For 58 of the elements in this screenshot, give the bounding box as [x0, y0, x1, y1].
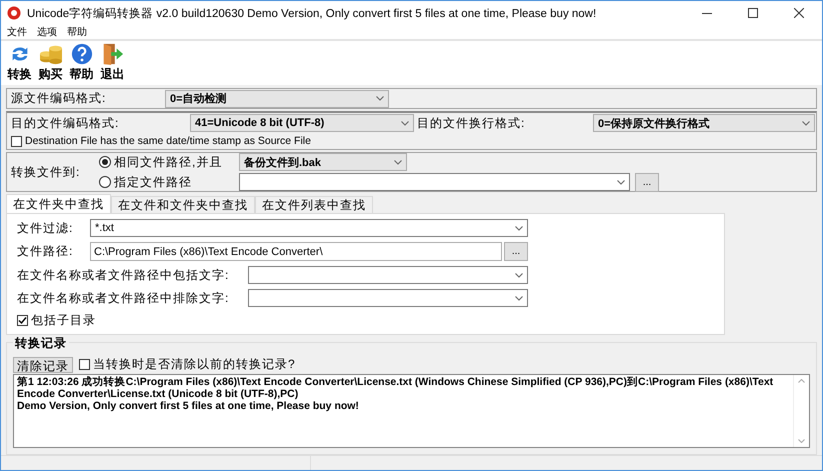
log-box[interactable] — [13, 374, 810, 448]
toolbar-button[interactable]: 购买 — [36, 43, 65, 83]
dropdown[interactable]: 41=Unicode 8 bit (UTF-8) — [190, 114, 414, 132]
window-title: Unicode字符编码转换器 v2.0 build120630 Demo Version, Only convert first 5 files at one time, Please buy now! — [27, 6, 598, 20]
browse-button[interactable]: ... — [504, 242, 528, 261]
dropdown[interactable]: 0=保持原文件换行格式 — [593, 114, 815, 132]
clear-log-button[interactable]: 清除记录 — [13, 356, 73, 372]
minimize-icon — [702, 12, 712, 14]
include-dropdown[interactable] — [248, 266, 528, 284]
path-dropdown[interactable] — [239, 173, 630, 191]
caret-icon — [515, 226, 523, 230]
dropdown[interactable]: 0=自动检测 — [165, 90, 389, 108]
group-title: 转换记录 — [13, 335, 69, 352]
field-label: 文件路径: — [17, 243, 74, 260]
caret-icon — [394, 160, 402, 164]
caret-icon — [515, 296, 523, 300]
menu-item[interactable]: 帮助 — [67, 25, 87, 39]
field-label: 源文件编码格式: — [11, 90, 108, 107]
filter-dropdown[interactable]: *.txt — [90, 219, 528, 237]
field-label: 在文件名称或者文件路径中排除文字: — [17, 290, 230, 306]
toolbar-button[interactable]: 退出 — [98, 43, 127, 83]
tab[interactable]: 在文件列表中查找 — [255, 196, 373, 213]
log-line: 第1 12:03:26 成功转换C:\Program Files (x86)\Text Encode Converter\License.txt (Windows Chinese Simplified (CP 936),PC)到C:\Program Files (x86)\Text Encode Converter\License.txt (Unicode 8 bit (UTF-8),PC) — [17, 376, 774, 400]
checkbox[interactable] — [11, 136, 22, 146]
menu-item[interactable]: 文件 — [7, 25, 27, 39]
maximize-icon — [748, 8, 758, 18]
field-label: 在文件名称或者文件路径中包括文字: — [17, 266, 230, 284]
radio-button[interactable] — [99, 176, 111, 188]
caret-icon — [376, 96, 384, 101]
toolbar-button[interactable]: 转换 — [5, 43, 34, 83]
radio-label: 相同文件路径,并且 — [114, 154, 224, 170]
dropdown[interactable]: 备份文件到.bak — [239, 153, 407, 171]
checkbox[interactable] — [79, 359, 90, 370]
caret-icon — [401, 120, 409, 126]
browse-button[interactable]: ... — [635, 172, 659, 192]
checkbox[interactable] — [17, 315, 28, 326]
checkbox-label: Destination File has the same date/time stamp as Source File — [25, 135, 311, 147]
exclude-dropdown[interactable] — [248, 289, 528, 307]
checkbox-label: 包括子目录 — [31, 312, 96, 329]
field-label: 目的文件编码格式: — [11, 114, 120, 132]
menu-item[interactable]: 选项 — [37, 25, 57, 39]
field-label: 文件过滤: — [17, 220, 74, 236]
caret-icon — [802, 120, 810, 126]
tab[interactable]: 在文件和文件夹中查找 — [111, 196, 255, 213]
coins-icon — [38, 43, 64, 65]
radio-label: 指定文件路径 — [114, 174, 193, 190]
caret-icon — [617, 180, 625, 184]
close-icon — [794, 8, 804, 18]
log-line: Demo Version, Only convert first 5 files at one time, Please buy now! — [17, 400, 360, 412]
field-label: 转换文件到: — [10, 164, 82, 180]
path-field[interactable]: C:\Program Files (x86)\Text Encode Converter\ — [90, 242, 502, 261]
checkbox-label: 当转换时是否清除以前的转换记录? — [93, 356, 296, 373]
radio-button[interactable] — [99, 156, 111, 168]
tab[interactable]: 在文件夹中查找 — [6, 194, 111, 213]
caret-icon — [515, 272, 523, 278]
field-label: 目的文件换行格式: — [417, 114, 526, 132]
toolbar-button[interactable]: 帮助 — [67, 43, 96, 83]
app-icon — [7, 6, 21, 20]
